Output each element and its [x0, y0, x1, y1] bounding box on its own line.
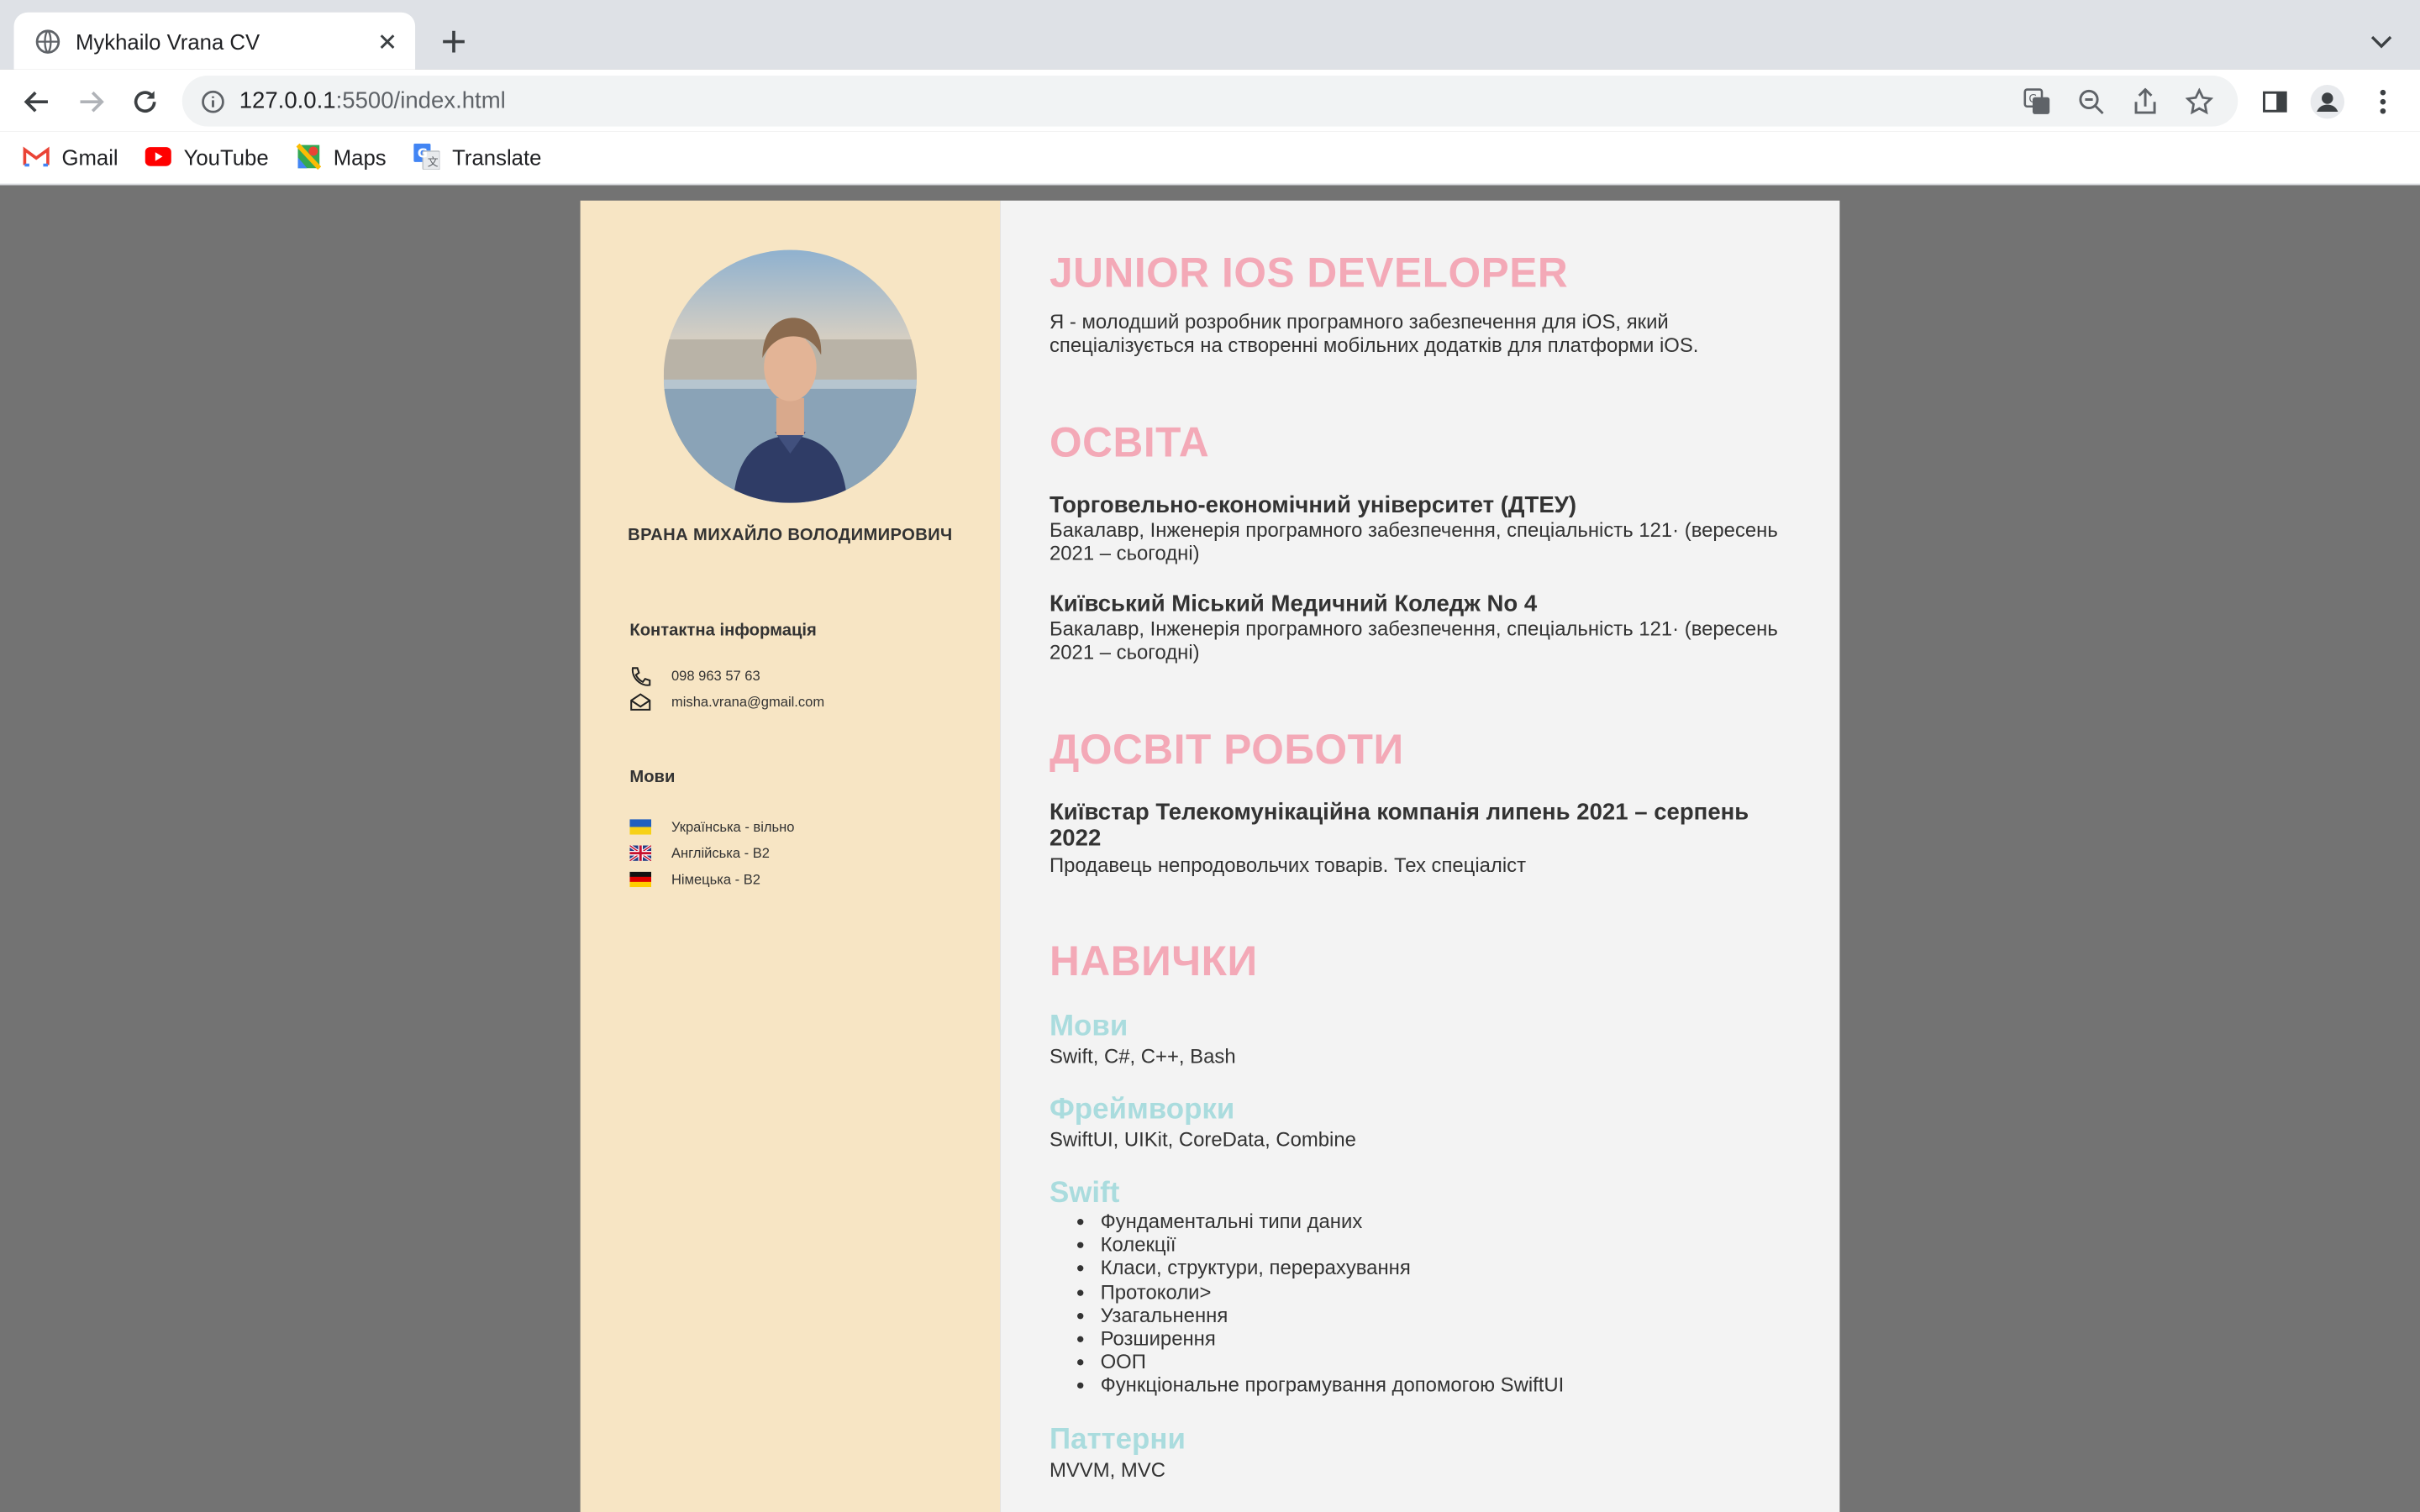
language-text: Німецька - B2 [671, 871, 760, 888]
list-item: Функціональне програмування допомогою Sw… [1101, 1373, 1565, 1397]
bookmark-label: YouTube [183, 144, 269, 170]
list-item: Протоколи> [1101, 1280, 1565, 1304]
ukraine-flag-icon [629, 817, 652, 836]
gmail-icon [23, 144, 50, 170]
skill-swift-label: Swift [1049, 1177, 1120, 1210]
full-name: ВРАНА МИХАЙЛО ВОЛОДИМИРОВИЧ [628, 526, 953, 545]
address-bar[interactable]: 127.0.0.1:5500/index.html G [182, 76, 2238, 127]
phone-icon [629, 666, 651, 685]
bookmark-maps[interactable]: Maps [295, 143, 387, 171]
youtube-icon [145, 144, 171, 170]
language-item: Українська - вільно [629, 817, 794, 836]
experience-heading: ДОСВІТ РОБОТИ [1049, 727, 1404, 774]
experience-title: Київстар Телекомунікаційна компанія липе… [1049, 799, 1749, 852]
svg-text:G: G [2028, 92, 2037, 105]
google-translate-icon: G文 [413, 143, 440, 171]
language-item: Німецька - B2 [629, 870, 760, 889]
skill-languages-value: Swift, C#, C++, Bash [1049, 1044, 1236, 1068]
close-icon[interactable] [375, 29, 399, 53]
cv-main: JUNIOR IOS DEVELOPER Я - молодший розроб… [1000, 200, 1840, 1512]
browser-tab[interactable]: Mykhailo Vrana CV [13, 12, 416, 70]
share-icon[interactable] [2130, 86, 2161, 117]
profile-photo [663, 249, 918, 503]
bookmark-translate[interactable]: G文 Translate [413, 143, 542, 171]
cv-page: ВРАНА МИХАЙЛО ВОЛОДИМИРОВИЧ Контактна ін… [580, 200, 1840, 1512]
language-item: Англійська - B2 [629, 844, 770, 863]
bookmarks-bar: Gmail YouTube Maps G文 Translate [0, 131, 2420, 186]
new-tab-button[interactable] [437, 24, 471, 58]
side-panel-icon[interactable] [2258, 85, 2291, 118]
education-school: Київський Міський Медичний Коледж No 4 [1049, 591, 1538, 617]
skill-patterns-label: Паттерни [1049, 1424, 1186, 1457]
list-item: ООП [1101, 1351, 1565, 1374]
skill-frameworks-label: Фреймворки [1049, 1094, 1235, 1126]
contact-phone: 098 963 57 63 [629, 666, 760, 685]
reload-button[interactable] [128, 85, 161, 118]
list-item: Колекції [1101, 1233, 1565, 1257]
swift-skill-list: Фундаментальні типи даних Колекції Класи… [1050, 1210, 1565, 1397]
bookmark-youtube[interactable]: YouTube [145, 144, 269, 170]
star-icon[interactable] [2184, 86, 2215, 117]
profile-avatar-icon[interactable] [2310, 85, 2344, 119]
translate-icon[interactable]: G [2022, 86, 2053, 117]
skills-heading: НАВИЧКИ [1049, 937, 1258, 984]
maps-icon [295, 143, 321, 171]
uk-flag-icon [629, 844, 652, 863]
more-menu-icon[interactable] [2366, 85, 2400, 118]
tab-strip: Mykhailo Vrana CV [0, 0, 2420, 70]
list-item: Фундаментальні типи даних [1101, 1210, 1565, 1233]
skill-frameworks-value: SwiftUI, UIKit, CoreData, Combine [1049, 1127, 1356, 1152]
bookmark-gmail[interactable]: Gmail [23, 144, 118, 170]
germany-flag-icon [629, 870, 652, 889]
tab-title: Mykhailo Vrana CV [76, 28, 260, 54]
chevron-down-icon[interactable] [2368, 28, 2396, 55]
job-title: JUNIOR IOS DEVELOPER [1049, 249, 1569, 297]
skill-languages-label: Мови [1049, 1011, 1128, 1043]
zoom-out-icon[interactable] [2075, 86, 2107, 117]
phone-text: 098 963 57 63 [671, 668, 760, 684]
education-desc: Бакалавр, Інженерія програмного забезпеч… [1049, 617, 1778, 664]
contact-heading: Контактна інформація [629, 622, 817, 641]
url-host: 127.0.0.1 [239, 87, 336, 114]
bookmark-label: Translate [452, 144, 542, 170]
education-desc: Бакалавр, Інженерія програмного забезпеч… [1049, 518, 1778, 565]
envelope-icon [629, 693, 651, 711]
bookmark-label: Gmail [61, 144, 118, 170]
list-item: Узагальнення [1101, 1304, 1565, 1327]
contact-email: misha.vrana@gmail.com [629, 693, 824, 711]
url-path: :5500/index.html [335, 87, 506, 114]
info-icon[interactable] [201, 89, 225, 113]
intro-text: Я - молодший розробник програмного забез… [1049, 310, 1699, 357]
browser-toolbar: 127.0.0.1:5500/index.html G [0, 69, 2420, 132]
svg-text:G: G [418, 146, 428, 160]
skill-patterns-value: MVVM, MVC [1049, 1457, 1165, 1482]
list-item: Класи, структури, перерахування [1101, 1257, 1565, 1280]
globe-icon [35, 29, 60, 53]
education-heading: ОСВІТА [1049, 419, 1210, 466]
languages-heading: Мови [629, 768, 676, 787]
back-button[interactable] [20, 85, 54, 118]
email-text: misha.vrana@gmail.com [671, 694, 825, 710]
language-text: Англійська - B2 [671, 845, 770, 861]
language-text: Українська - вільно [671, 819, 795, 835]
list-item: Розширення [1101, 1327, 1565, 1351]
cv-sidebar: ВРАНА МИХАЙЛО ВОЛОДИМИРОВИЧ Контактна ін… [580, 200, 1001, 1512]
url-text[interactable]: 127.0.0.1:5500/index.html [239, 88, 2022, 114]
experience-desc: Продавець непродовольчих товарів. Тех сп… [1049, 853, 1527, 877]
svg-text:文: 文 [428, 156, 439, 169]
education-school: Торговельно-економічний університет (ДТЕ… [1049, 491, 1577, 519]
forward-button[interactable] [74, 85, 108, 118]
bookmark-label: Maps [333, 144, 387, 170]
